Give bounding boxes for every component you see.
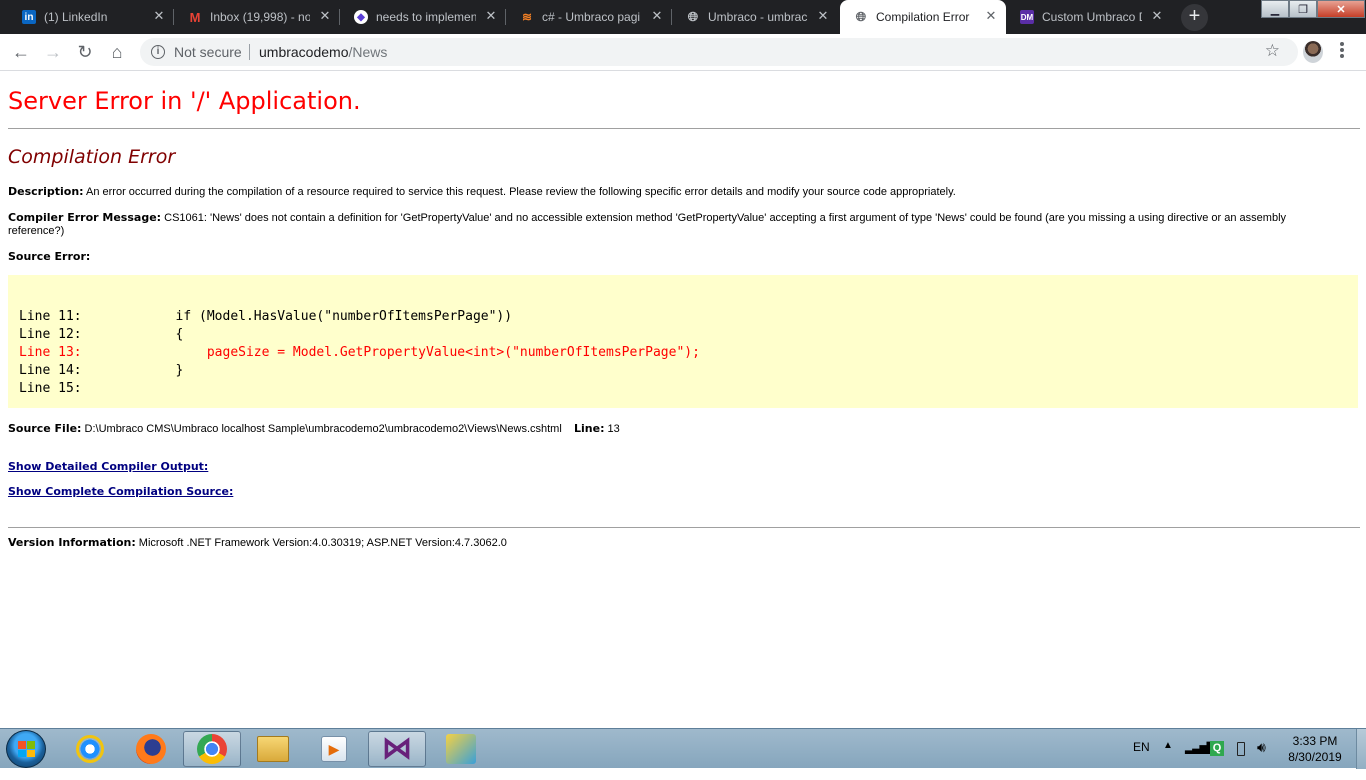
more-menu-icon[interactable] (1340, 42, 1346, 62)
code-line: Line 14: } (19, 363, 184, 378)
url-path: /News (348, 44, 388, 60)
tab-title: c# - Umbraco pagi (542, 10, 641, 24)
tab-title: needs to implemen (376, 10, 476, 24)
tab-title: (1) LinkedIn (44, 10, 108, 24)
tab-needs-to-implement[interactable]: ◆ needs to implemen ✕ (340, 0, 506, 34)
start-button[interactable] (6, 730, 46, 768)
forward-arrow-icon[interactable]: → (41, 40, 65, 64)
url-host: umbracodemo (259, 44, 349, 60)
version-paragraph: Version Information: Microsoft .NET Fram… (8, 536, 1338, 550)
minimize-button[interactable]: ▁ (1261, 0, 1289, 18)
omnibox-divider (249, 44, 250, 60)
maximize-button[interactable]: ❐ (1289, 0, 1317, 18)
show-hidden-icons-icon[interactable]: ▲ (1163, 740, 1173, 780)
bookmark-star-icon[interactable]: ☆ (1265, 42, 1280, 60)
tab-title: Compilation Error (876, 10, 970, 24)
close-icon[interactable]: ✕ (318, 9, 332, 23)
close-icon[interactable]: ✕ (816, 9, 830, 23)
show-compiler-output-link[interactable]: Show Detailed Compiler Output: (8, 460, 208, 473)
description-paragraph: Description: An error occurred during th… (8, 185, 1338, 199)
stackoverflow-icon: ≋ (521, 10, 533, 24)
tab-title: Inbox (19,998) - nor (210, 10, 310, 24)
line-value: 13 (604, 423, 620, 435)
globe-icon: 🌐︎ (687, 9, 699, 24)
error-heading: Compilation Error (8, 146, 176, 168)
close-icon[interactable]: ✕ (152, 9, 166, 23)
tab-title: Umbraco - umbrac (708, 10, 808, 24)
code-line: Line 11: if (Model.HasValue("numberOfIte… (19, 309, 513, 324)
security-label: Not secure (174, 44, 242, 60)
firefox-icon[interactable] (122, 731, 180, 767)
tab-linkedin[interactable]: in (1) LinkedIn ✕ (8, 0, 174, 34)
version-divider (8, 527, 1360, 528)
code-line: Line 15: (19, 381, 82, 396)
tab-stackoverflow[interactable]: ≋ c# - Umbraco pagi ✕ (506, 0, 672, 34)
code-line: Line 12: { (19, 327, 184, 342)
server-error-title: Server Error in '/' Application. (8, 87, 361, 115)
description-label: Description: (8, 185, 84, 198)
close-icon[interactable]: ✕ (650, 9, 664, 23)
windows-logo-icon (18, 741, 35, 757)
taskbar: ▶ ⋈ EN ▲ ▂▃▅▇ Q 🔊︎ 3:33 PM 8/30/2019 (0, 728, 1366, 769)
version-label: Version Information: (8, 536, 136, 549)
source-file-label: Source File: (8, 422, 82, 435)
close-icon[interactable]: ✕ (984, 9, 998, 23)
line-label: Line: (574, 422, 605, 435)
show-compilation-source-link[interactable]: Show Complete Compilation Source: (8, 485, 233, 498)
clock-time: 3:33 PM (1292, 734, 1338, 748)
app-icon: ◆ (354, 10, 368, 24)
home-icon[interactable]: ⌂ (105, 40, 129, 64)
compiler-message-text: CS1061: 'News' does not contain a defini… (8, 212, 1287, 237)
visual-studio-icon[interactable]: ⋈ (368, 731, 426, 767)
back-arrow-icon[interactable]: ← (9, 40, 33, 64)
gmail-icon: M (189, 9, 201, 25)
code-line-error: Line 13: pageSize = Model.GetPropertyVal… (19, 345, 700, 360)
internet-explorer-icon[interactable] (61, 731, 119, 767)
clock-date: 8/30/2019 (1288, 750, 1342, 764)
xamarin-icon[interactable] (432, 731, 490, 767)
tab-umbraco[interactable]: 🌐︎ Umbraco - umbrac ✕ (672, 0, 838, 34)
media-player-icon[interactable]: ▶ (305, 731, 363, 767)
chrome-icon[interactable] (183, 731, 241, 767)
tab-strip: in (1) LinkedIn ✕ M Inbox (19,998) - nor… (0, 0, 1366, 34)
source-error-paragraph: Source Error: (8, 250, 1338, 264)
system-clock[interactable]: 3:33 PM 8/30/2019 (1280, 733, 1350, 765)
title-divider (8, 128, 1360, 129)
description-text: An error occurred during the compilation… (83, 186, 956, 198)
new-tab-button[interactable]: + (1181, 4, 1208, 31)
show-desktop-button[interactable] (1356, 729, 1366, 769)
source-file-value: D:\Umbraco CMS\Umbraco localhost Sample\… (81, 423, 562, 435)
url-text[interactable]: umbracodemo/News (259, 44, 387, 60)
tab-compilation-error[interactable]: 🌐︎ Compilation Error ✕ (840, 0, 1006, 34)
source-error-label: Source Error: (8, 250, 91, 263)
reload-icon[interactable]: ↻ (73, 40, 97, 64)
address-bar[interactable]: i Not secure umbracodemo/News ☆ (140, 38, 1298, 66)
volume-icon[interactable]: 🔊︎ (1257, 739, 1266, 779)
language-indicator[interactable]: EN (1133, 740, 1150, 780)
source-file-paragraph: Source File: D:\Umbraco CMS\Umbraco loca… (8, 422, 1338, 436)
dm-icon: DM (1020, 10, 1034, 24)
close-icon[interactable]: ✕ (1150, 9, 1164, 23)
tab-custom-umbraco[interactable]: DM Custom Umbraco D ✕ (1006, 0, 1172, 34)
tab-gmail[interactable]: M Inbox (19,998) - nor ✕ (174, 0, 340, 34)
quick-heal-icon[interactable]: Q (1210, 741, 1224, 756)
file-explorer-icon[interactable] (244, 731, 302, 767)
browser-toolbar: ← → ↻ ⌂ i Not secure umbracodemo/News ☆ (0, 34, 1366, 71)
tab-title: Custom Umbraco D (1042, 10, 1142, 24)
info-icon[interactable]: i (151, 45, 165, 59)
source-code: Line 11: if (Model.HasValue("numberOfIte… (19, 308, 700, 398)
version-text: Microsoft .NET Framework Version:4.0.303… (135, 537, 507, 549)
linkedin-icon: in (22, 10, 36, 24)
compiler-message-paragraph: Compiler Error Message: CS1061: 'News' d… (8, 211, 1338, 238)
globe-icon: 🌐︎ (855, 9, 867, 24)
window-close-button[interactable]: ✕ (1317, 0, 1365, 18)
close-icon[interactable]: ✕ (484, 9, 498, 23)
compiler-message-label: Compiler Error Message: (8, 211, 162, 224)
profile-avatar[interactable] (1303, 41, 1323, 63)
source-code-box: Line 11: if (Model.HasValue("numberOfIte… (8, 275, 1358, 408)
battery-icon[interactable] (1237, 742, 1245, 756)
